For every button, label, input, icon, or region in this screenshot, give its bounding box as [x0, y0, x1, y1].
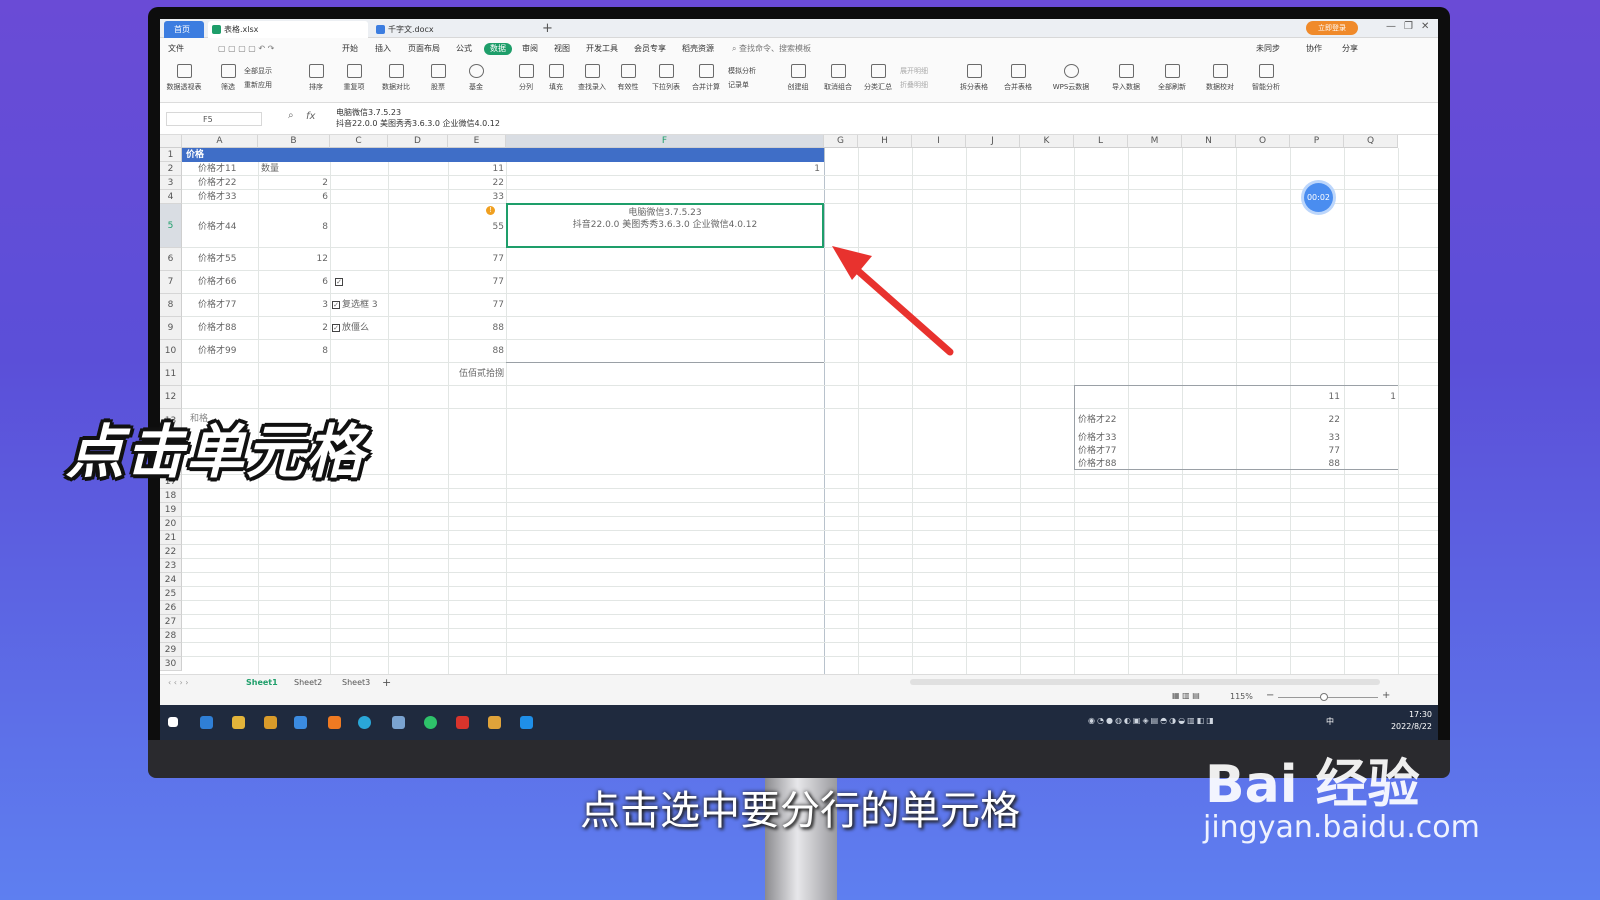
arrow-shaft: [844, 258, 954, 356]
overlay-caption-big: 点击单元格: [66, 418, 367, 486]
watermark-url: jingyan.baidu.com: [1203, 810, 1480, 845]
watermark-brand: Bai 经验: [1205, 755, 1420, 815]
